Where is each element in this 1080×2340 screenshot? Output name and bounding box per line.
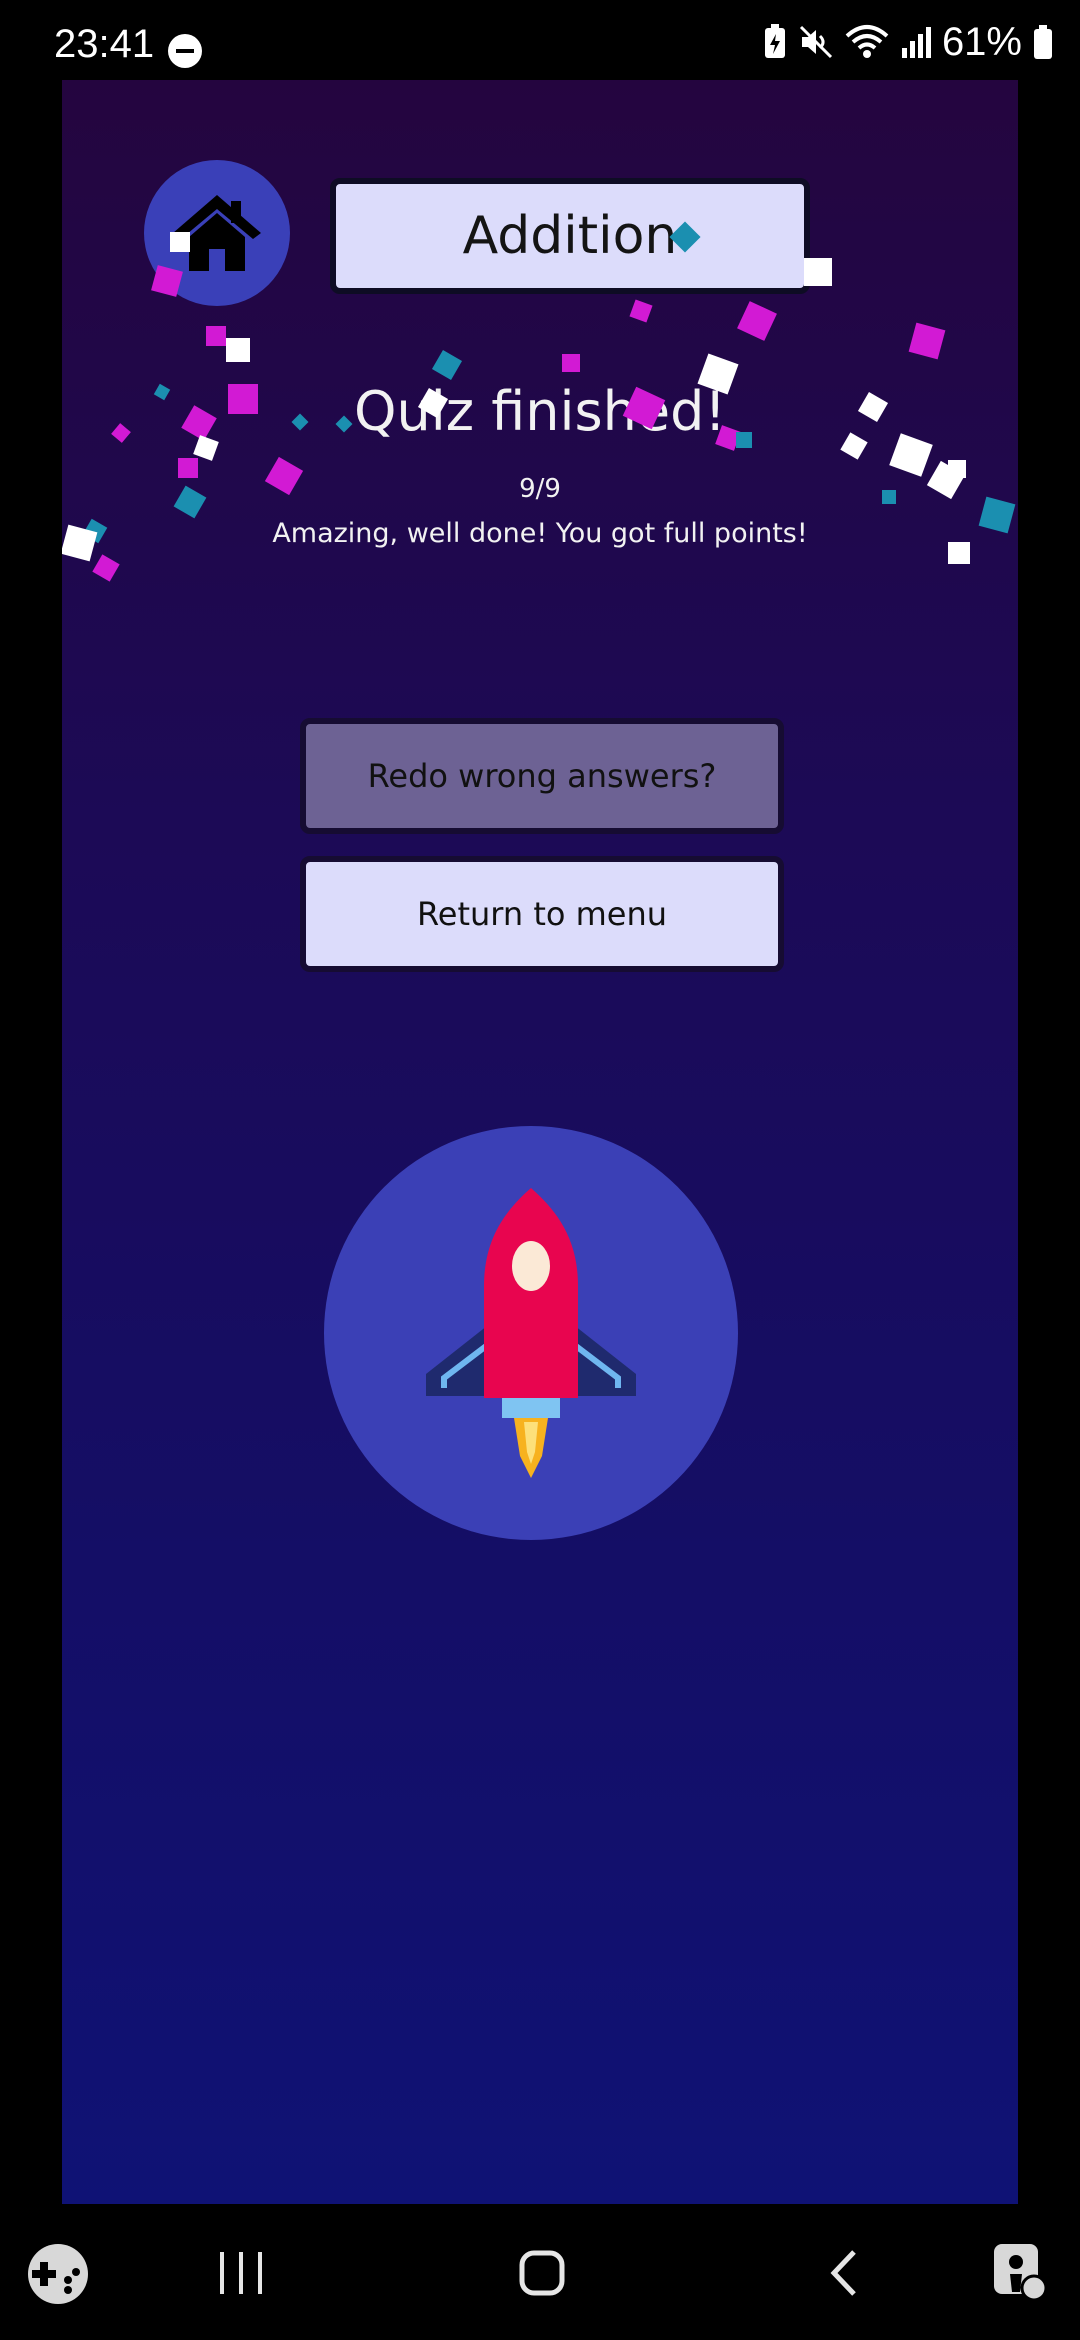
phone-screen: 23:41 61% Addition Quiz finished! 9/9 Am… bbox=[0, 0, 1080, 2340]
battery-saver-icon bbox=[764, 24, 785, 58]
mute-icon bbox=[799, 25, 832, 59]
recent-apps-icon[interactable] bbox=[218, 2248, 264, 2298]
rocket-icon bbox=[426, 1188, 636, 1478]
result-message: Amazing, well done! You got full points! bbox=[272, 518, 808, 549]
status-bar: 23:41 61% bbox=[0, 0, 1080, 80]
wifi-icon bbox=[845, 25, 889, 58]
dnd-icon bbox=[168, 34, 202, 68]
rocket-illustration bbox=[324, 1126, 738, 1540]
battery-percent: 61% bbox=[941, 19, 1022, 64]
home-icon bbox=[173, 195, 261, 271]
redo-wrong-answers-button[interactable]: Redo wrong answers? bbox=[300, 718, 784, 834]
status-icons: 61% bbox=[762, 19, 1054, 64]
quiz-finished-heading: Quiz finished! bbox=[354, 380, 726, 443]
home-button[interactable] bbox=[144, 160, 290, 306]
signal-icon bbox=[901, 27, 931, 58]
battery-icon bbox=[1034, 25, 1052, 59]
accessibility-icon[interactable] bbox=[990, 2240, 1050, 2304]
home-nav-icon[interactable] bbox=[518, 2248, 566, 2298]
navigation-bar bbox=[0, 2204, 1080, 2340]
return-to-menu-button[interactable]: Return to menu bbox=[300, 856, 784, 972]
quiz-title: Addition bbox=[330, 178, 810, 294]
quiz-result-screen: Addition Quiz finished! 9/9 Amazing, wel… bbox=[62, 80, 1018, 2204]
status-time: 23:41 bbox=[54, 22, 155, 66]
score-text: 9/9 bbox=[519, 474, 561, 504]
back-icon[interactable] bbox=[826, 2248, 862, 2298]
game-launcher-icon[interactable] bbox=[26, 2242, 90, 2306]
